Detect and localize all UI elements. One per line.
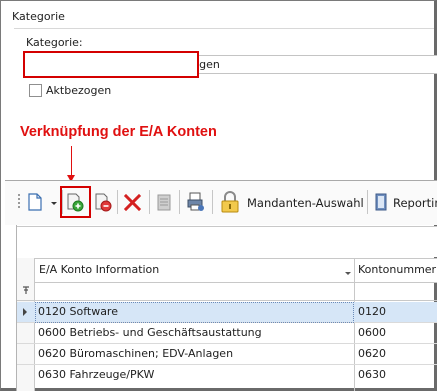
remove-link-button[interactable] [94, 192, 114, 214]
document-icon [157, 194, 171, 211]
column-header-info-dropdown[interactable] [344, 267, 352, 280]
row-number: 0600 [358, 326, 386, 339]
delete-x-icon [123, 193, 142, 212]
print-icon [187, 192, 204, 211]
toolbar-separator [149, 190, 150, 214]
new-document-icon [28, 193, 42, 211]
row-info: 0620 Büromaschinen; EDV-Anlagen [38, 347, 234, 360]
toolbar-separator [367, 190, 368, 214]
annotation-text: Verknüpfung der E/A Konten [20, 124, 217, 140]
aktbezogen-checkbox[interactable] [29, 84, 42, 97]
remove-link-icon [95, 193, 112, 212]
delete-button[interactable] [123, 193, 142, 212]
toolbar-separator [212, 190, 213, 214]
reporting-label: Reporting [393, 196, 437, 210]
kategorie-label: Kategorie: [26, 36, 83, 49]
chevron-down-icon [51, 202, 57, 205]
toolbar-separator [117, 190, 118, 214]
group-by-panel[interactable] [17, 226, 437, 257]
report-icon [375, 193, 387, 211]
print-button[interactable] [186, 192, 206, 214]
document-button[interactable] [156, 193, 174, 213]
lock-icon [221, 191, 239, 213]
chevron-down-icon [345, 272, 351, 275]
toolbar-grip-icon [18, 194, 20, 210]
column-header-number[interactable]: Kontonummer [354, 258, 437, 283]
current-row-arrow-icon [23, 308, 27, 316]
new-document-button[interactable] [26, 193, 60, 213]
mandanten-auswahl-label: Mandanten-Auswahl [247, 196, 364, 210]
column-header-info[interactable]: E/A Konto Information [35, 258, 354, 283]
row-number: 0120 [358, 305, 386, 318]
selected-row-focus [35, 302, 354, 323]
group-divider [14, 28, 434, 29]
row-info: 0600 Betriebs- und Geschäftsaustattung [38, 326, 262, 339]
aktbezogen-label: Aktbezogen [46, 84, 112, 97]
group-legend: Kategorie [10, 10, 67, 23]
row-info: 0630 Fahrzeuge/PKW [38, 368, 155, 381]
filter-pin-icon [22, 286, 30, 299]
row-number: 0630 [358, 368, 386, 381]
filter-row[interactable] [17, 283, 437, 301]
toolbar-separator [179, 190, 180, 214]
row-number: 0620 [358, 347, 386, 360]
add-link-highlight [60, 186, 91, 218]
annotation-arrow-line [71, 146, 72, 176]
kategorie-highlight [23, 51, 199, 78]
